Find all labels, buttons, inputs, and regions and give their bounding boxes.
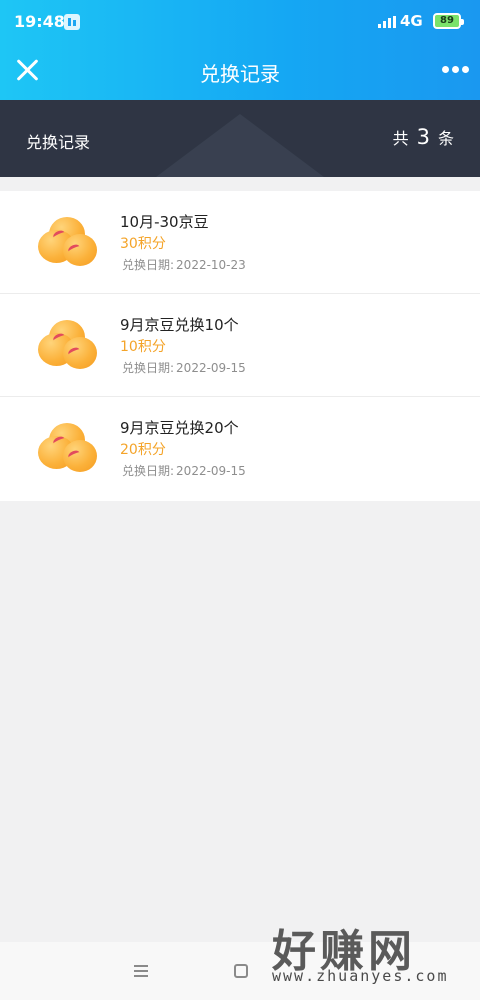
battery-icon: 89: [433, 13, 464, 29]
battery-level: 89: [440, 15, 454, 26]
more-options-icon[interactable]: [442, 66, 470, 74]
watermark-url: www.zhuanyes.com: [272, 967, 449, 985]
list-item[interactable]: 10月-30京豆 30积分 兑换日期: 2022-10-23: [0, 191, 480, 294]
date-label: 兑换日期:: [122, 464, 175, 478]
date-value: 2022-10-23: [176, 258, 246, 272]
jingdou-icon: [36, 319, 100, 373]
record-date: 兑换日期: 2022-09-15: [120, 462, 246, 479]
record-date: 兑换日期: 2022-09-15: [120, 359, 246, 376]
banner-decoration: [120, 114, 360, 177]
list-item[interactable]: 9月京豆兑换10个 10积分 兑换日期: 2022-09-15: [0, 294, 480, 397]
record-list: 10月-30京豆 30积分 兑换日期: 2022-10-23 9月京豆兑换10个 …: [0, 191, 480, 501]
record-points: 20积分: [120, 442, 166, 458]
status-time: 19:48: [14, 12, 65, 31]
signal-icon: [378, 16, 396, 28]
network-type: 4G: [400, 12, 423, 30]
app-header: 19:48 4G 89 兑换记录: [0, 0, 480, 100]
summary-banner: 兑换记录 共3条: [0, 100, 480, 177]
page-title: 兑换记录: [200, 62, 280, 86]
date-label: 兑换日期:: [122, 258, 175, 272]
date-value: 2022-09-15: [176, 464, 246, 478]
count-prefix: 共: [392, 129, 409, 148]
watermark: 好赚网 www.zhuanyes.com: [262, 915, 474, 995]
record-title: 10月-30京豆: [120, 213, 209, 231]
record-points: 10积分: [120, 339, 166, 355]
record-title: 9月京豆兑换10个: [120, 316, 239, 334]
summary-title: 兑换记录: [26, 133, 91, 152]
jingdou-icon: [36, 216, 100, 270]
home-icon[interactable]: [234, 964, 248, 978]
count-suffix: 条: [437, 129, 454, 148]
jingdou-icon: [36, 422, 100, 476]
list-item[interactable]: 9月京豆兑换20个 20积分 兑换日期: 2022-09-15: [0, 397, 480, 501]
record-date: 兑换日期: 2022-10-23: [120, 256, 246, 273]
nav-bar: 兑换记录: [0, 44, 480, 100]
notification-app-icon: [64, 14, 80, 30]
menu-icon[interactable]: [134, 965, 148, 977]
status-bar: 19:48 4G 89: [0, 0, 480, 44]
count-value: 3: [416, 125, 430, 149]
record-points: 30积分: [120, 236, 166, 252]
record-title: 9月京豆兑换20个: [120, 419, 239, 437]
record-count: 共3条: [393, 125, 454, 149]
date-value: 2022-09-15: [176, 361, 246, 375]
date-label: 兑换日期:: [122, 361, 175, 375]
